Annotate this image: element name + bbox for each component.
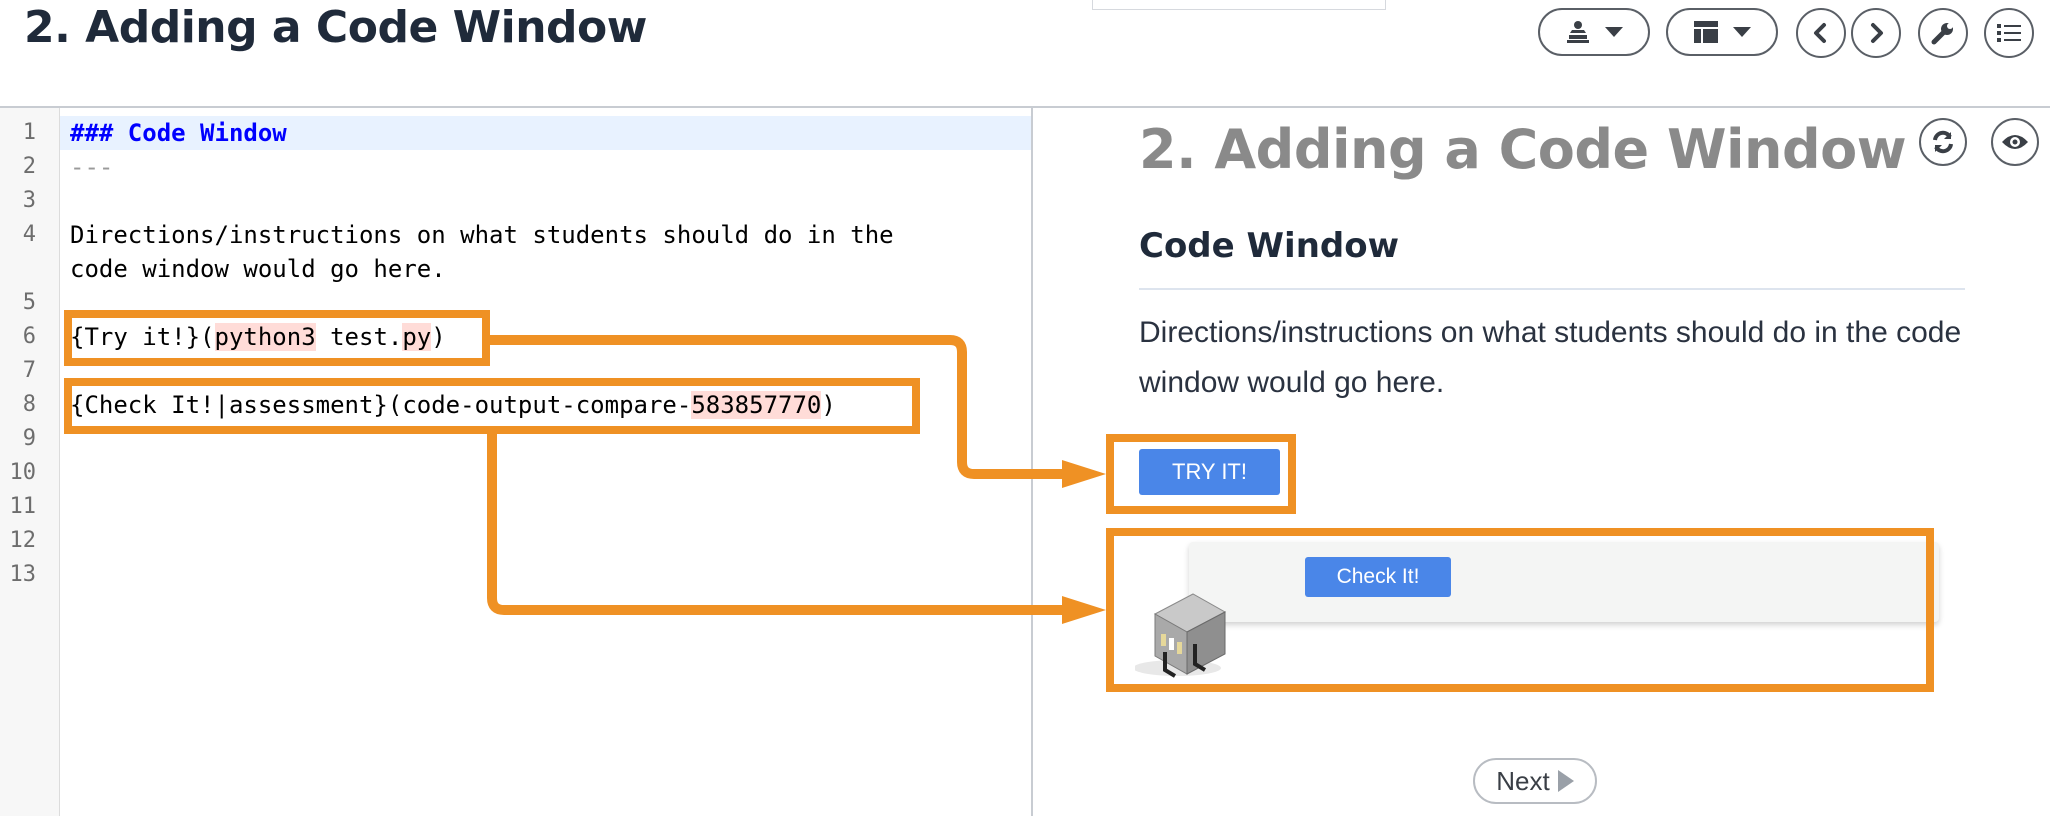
list-icon [1997,24,2021,42]
section-heading: Code Window [1139,226,1400,266]
markdown-rule: --- [70,153,114,181]
line-number: 10 [9,460,37,485]
table-of-contents-button[interactable] [1984,8,2034,58]
line-number: 9 [22,426,36,451]
chevron-down-icon [1733,27,1751,37]
line-number: 4 [22,222,36,247]
check-it-button[interactable]: Check It! [1305,557,1451,597]
code-text: ) [821,391,836,419]
preview-pane: 2. Adding a Code Window Code Window Dire… [1033,108,2050,816]
chevron-down-icon [1605,27,1623,37]
preview-toggle-button[interactable] [1991,118,2039,166]
toolbar [0,8,2050,58]
markdown-editor[interactable]: 1 2 3 4 5 6 7 8 9 10 11 12 13 ### Code W… [0,108,1031,816]
settings-button[interactable] [1918,8,1968,58]
line-number: 5 [22,290,36,315]
try-it-button[interactable]: TRY IT! [1139,449,1280,495]
line-number: 1 [22,120,36,145]
code-text: {Check It!|assessment}(code-output-compa… [70,391,692,419]
code-line-1[interactable]: ### Code Window [70,119,287,147]
code-line-4[interactable]: Directions/instructions on what students… [70,221,894,249]
code-line-2[interactable]: --- [70,153,113,181]
code-text: ) [431,323,446,351]
line-number: 6 [22,324,36,349]
line-number: 3 [22,188,36,213]
code-text: code window would go here. [70,255,446,283]
refresh-button[interactable] [1919,118,1967,166]
line-number: 12 [9,528,37,553]
preview-title: 2. Adding a Code Window [1139,118,1907,181]
line-number-gutter: 1 2 3 4 5 6 7 8 9 10 11 12 13 [0,108,60,816]
chevron-right-icon [1871,23,1883,43]
code-text: {Try it!}( [70,323,215,351]
next-label: Next [1496,765,1550,796]
previous-page-button[interactable] [1796,8,1846,58]
wrench-icon [1931,23,1953,45]
line-number: 7 [22,358,36,383]
code-line-4-wrap[interactable]: code window would go here. [70,255,446,283]
next-page-button[interactable] [1851,8,1901,58]
assessment-card [1189,542,1939,622]
code-line-6[interactable]: {Try it!}(python3 test.py) [70,323,446,351]
code-highlight: python3 [214,323,316,351]
section-divider [1139,288,1965,290]
instructions-text: Directions/instructions on what students… [1139,316,1962,399]
presenter-dropdown-button[interactable] [1538,8,1650,56]
code-text: Directions/instructions on what students… [70,221,894,249]
code-text: test. [315,323,403,351]
assessment-robot-icon [1135,593,1227,678]
layout-icon [1694,21,1718,43]
code-highlight: py [402,323,432,351]
line-number: 13 [9,562,37,587]
play-arrow-icon [1557,770,1574,792]
top-bar: 2. Adding a Code Window [0,0,2050,106]
eye-icon [2002,135,2028,149]
line-number: 11 [9,494,37,519]
presenter-icon [1567,21,1589,43]
code-line-8[interactable]: {Check It!|assessment}(code-output-compa… [70,391,836,419]
line-number: 2 [22,154,36,179]
layout-dropdown-button[interactable] [1666,8,1778,56]
next-button[interactable]: Next [1473,758,1597,804]
markdown-heading: ### Code Window [70,119,287,147]
refresh-icon [1933,130,1953,154]
line-number: 8 [22,392,36,417]
chevron-left-icon [1814,23,1826,43]
code-highlight: 583857770 [691,391,822,419]
